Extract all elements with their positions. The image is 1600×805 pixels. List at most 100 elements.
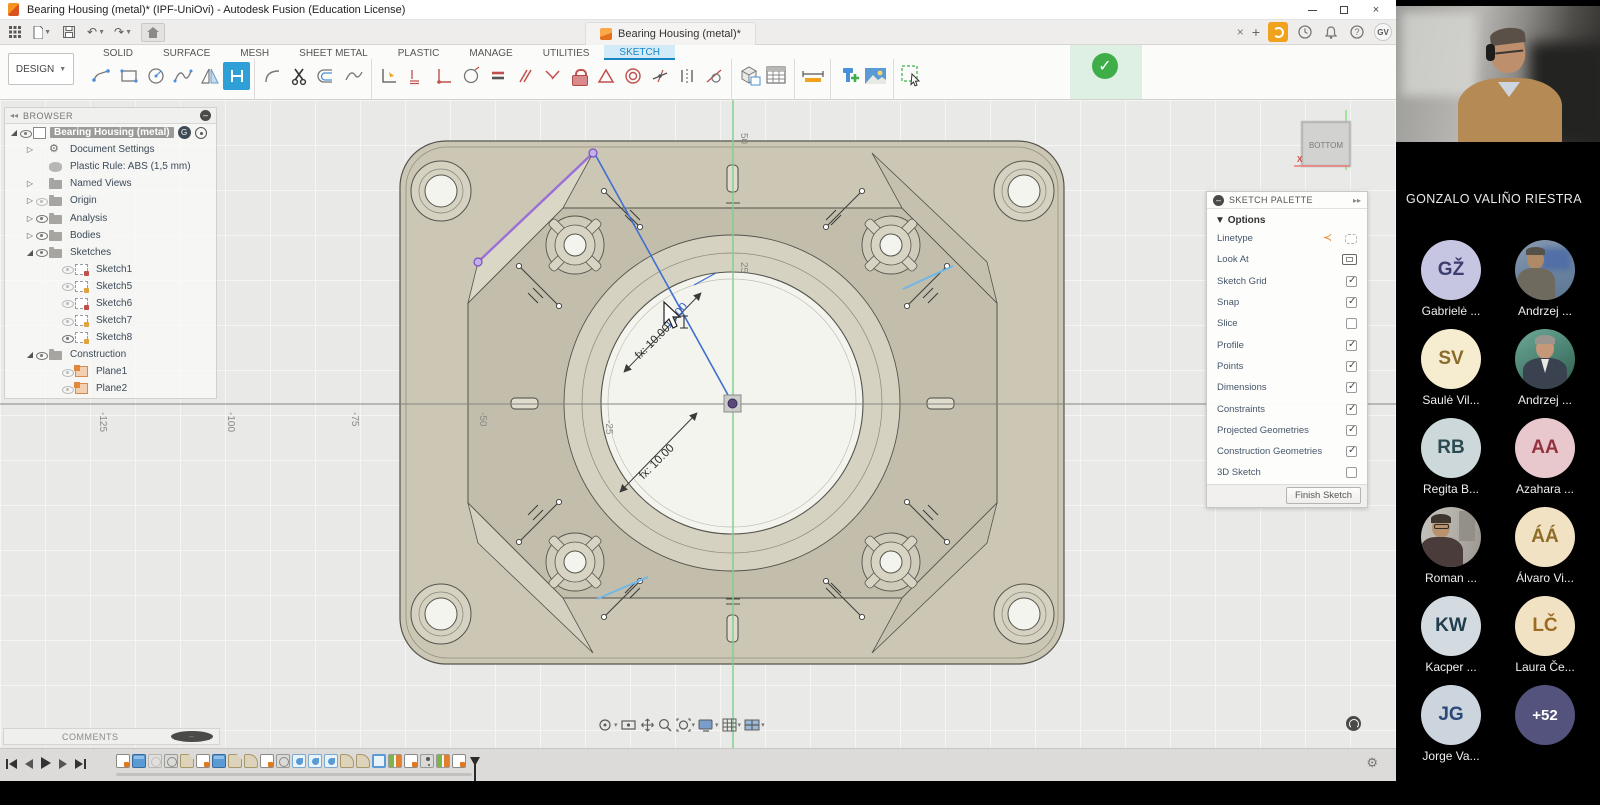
points-checkbox[interactable] — [1346, 361, 1357, 372]
step-forward-button[interactable] — [58, 757, 68, 775]
visibility-eye-icon[interactable] — [61, 316, 75, 326]
browser-item-sketch5[interactable]: Sketch5 — [5, 278, 216, 295]
new-tab-icon[interactable]: + — [1252, 24, 1260, 40]
participant[interactable]: AA Azahara ... — [1504, 418, 1586, 496]
notifications-bell-icon[interactable] — [1322, 24, 1340, 40]
palette-dock-icon[interactable]: ▸▸ — [1353, 196, 1361, 205]
pan-icon[interactable] — [640, 718, 655, 732]
browser-item-sketch8[interactable]: Sketch8 — [5, 329, 216, 346]
visibility-eye-icon[interactable] — [61, 333, 75, 343]
timeline-feature[interactable] — [324, 754, 338, 768]
circle-tool-icon[interactable] — [142, 62, 169, 90]
participant[interactable]: SV Saulė Vil... — [1410, 329, 1492, 407]
corner-constraint-icon[interactable] — [430, 62, 457, 90]
visibility-eye-icon[interactable] — [19, 128, 33, 138]
perpendicular-constraint-icon[interactable] — [538, 62, 565, 90]
browser-item-sketch1[interactable]: Sketch1 — [5, 261, 216, 278]
display-settings-icon[interactable]: ▾ — [698, 718, 719, 732]
rectangle-tool-icon[interactable] — [115, 62, 142, 90]
assistant-icon[interactable] — [1346, 716, 1361, 731]
browser-item-bodies[interactable]: ▷Bodies — [5, 227, 216, 244]
go-to-end-button[interactable] — [74, 757, 86, 775]
orbit-icon[interactable]: ▾ — [597, 718, 618, 732]
browser-item-sketch6[interactable]: Sketch6 — [5, 295, 216, 312]
visibility-eye-icon[interactable] — [35, 247, 49, 257]
timeline-feature[interactable] — [148, 754, 162, 768]
browser-options-icon[interactable]: – — [200, 110, 211, 121]
maximize-button[interactable] — [1328, 0, 1360, 20]
file-menu-icon[interactable]: ▼ — [33, 24, 51, 40]
spline-tool-icon[interactable] — [169, 62, 196, 90]
zoom-icon[interactable] — [658, 718, 673, 732]
participant[interactable]: GŽ Gabrielė ... — [1410, 240, 1492, 318]
timeline-feature[interactable] — [116, 754, 130, 768]
app-grid-icon[interactable] — [6, 24, 24, 40]
tab-sketch[interactable]: SKETCH — [604, 45, 675, 60]
construction-geometries-checkbox[interactable] — [1346, 446, 1357, 457]
symmetry-constraint-icon[interactable] — [673, 62, 700, 90]
auto-dimension-icon[interactable] — [403, 62, 430, 90]
visibility-eye-icon[interactable] — [35, 213, 49, 223]
measure-icon[interactable] — [799, 62, 826, 90]
circle-constraint-icon[interactable] — [457, 62, 484, 90]
configure-feature-icon[interactable] — [736, 62, 763, 90]
step-back-button[interactable] — [24, 757, 34, 775]
tab-sheet-metal[interactable]: SHEET METAL — [284, 45, 383, 60]
participant[interactable]: Roman ... — [1410, 507, 1492, 585]
sketch-grid-checkbox[interactable] — [1346, 276, 1357, 287]
speaker-video[interactable] — [1396, 6, 1600, 142]
finish-sketch-button[interactable]: Finish Sketch — [1286, 487, 1361, 504]
tab-surface[interactable]: SURFACE — [148, 45, 225, 60]
participant[interactable]: ÁÁ Álvaro Vi... — [1504, 507, 1586, 585]
tab-manage[interactable]: MANAGE — [454, 45, 527, 60]
projected-geometries-checkbox[interactable] — [1346, 425, 1357, 436]
job-status-icon[interactable] — [1268, 22, 1288, 42]
workspace-selector[interactable]: DESIGN▼ — [8, 53, 74, 85]
participant[interactable]: RB Regita B... — [1410, 418, 1492, 496]
comments-options-icon[interactable]: – — [171, 731, 214, 742]
browser-collapse-icon[interactable]: ◂◂ — [10, 111, 18, 120]
line-tool-icon[interactable] — [88, 62, 115, 90]
tab-solid[interactable]: SOLID — [88, 45, 148, 60]
participant[interactable]: Andrzej ... — [1504, 329, 1586, 407]
fillet-tool-icon[interactable] — [259, 62, 286, 90]
timeline-feature[interactable] — [356, 754, 370, 768]
centerline-icon[interactable] — [1323, 234, 1339, 244]
select-tool-icon[interactable] — [898, 62, 925, 90]
activate-radio-icon[interactable] — [195, 127, 207, 139]
insert-image-icon[interactable] — [862, 62, 889, 90]
help-icon[interactable]: ? — [1348, 24, 1366, 40]
browser-item-analysis[interactable]: ▷Analysis — [5, 209, 216, 226]
finish-sketch-zone[interactable]: ✓ — [1070, 45, 1142, 99]
constraints-checkbox[interactable] — [1346, 404, 1357, 415]
timeline-feature[interactable] — [372, 754, 386, 768]
timeline-feature[interactable] — [420, 754, 434, 768]
participant[interactable]: KW Kacper ... — [1410, 596, 1492, 674]
palette-section[interactable]: ▼ Options — [1207, 209, 1367, 228]
timeline-feature[interactable] — [260, 754, 274, 768]
fix-lock-icon[interactable] — [565, 62, 592, 90]
slice-checkbox[interactable] — [1346, 318, 1357, 329]
tab-utilities[interactable]: UTILITIES — [528, 45, 605, 60]
account-avatar[interactable]: GV — [1374, 23, 1392, 41]
participant[interactable]: Andrzej ... — [1504, 240, 1586, 318]
timeline-feature[interactable] — [436, 754, 450, 768]
browser-item-document-settings[interactable]: ▷Document Settings — [5, 141, 216, 158]
timeline-feature[interactable] — [196, 754, 210, 768]
participant[interactable]: LČ Laura Če... — [1504, 596, 1586, 674]
timeline-feature[interactable] — [276, 754, 290, 768]
browser-root[interactable]: ◢ Bearing Housing (metal) G — [5, 124, 216, 141]
visibility-eye-icon[interactable] — [61, 281, 75, 291]
browser-item-origin[interactable]: ▷Origin — [5, 192, 216, 209]
design-canvas[interactable]: -125 -100 -75 -50 -25 25 50 fx: 10.00 fx… — [0, 100, 1396, 748]
browser-item-named-views[interactable]: ▷Named Views — [5, 175, 216, 192]
palette-options-icon[interactable]: – — [1213, 195, 1224, 206]
concentric-constraint-icon[interactable] — [619, 62, 646, 90]
history-clock-icon[interactable] — [1296, 24, 1314, 40]
timeline-feature[interactable] — [164, 754, 178, 768]
tangent-constraint-icon[interactable] — [700, 62, 727, 90]
equal-constraint-icon[interactable] — [484, 62, 511, 90]
timeline-scrollbar[interactable] — [116, 773, 472, 776]
timeline-feature[interactable] — [132, 754, 146, 768]
visibility-eye-icon[interactable] — [35, 196, 49, 206]
